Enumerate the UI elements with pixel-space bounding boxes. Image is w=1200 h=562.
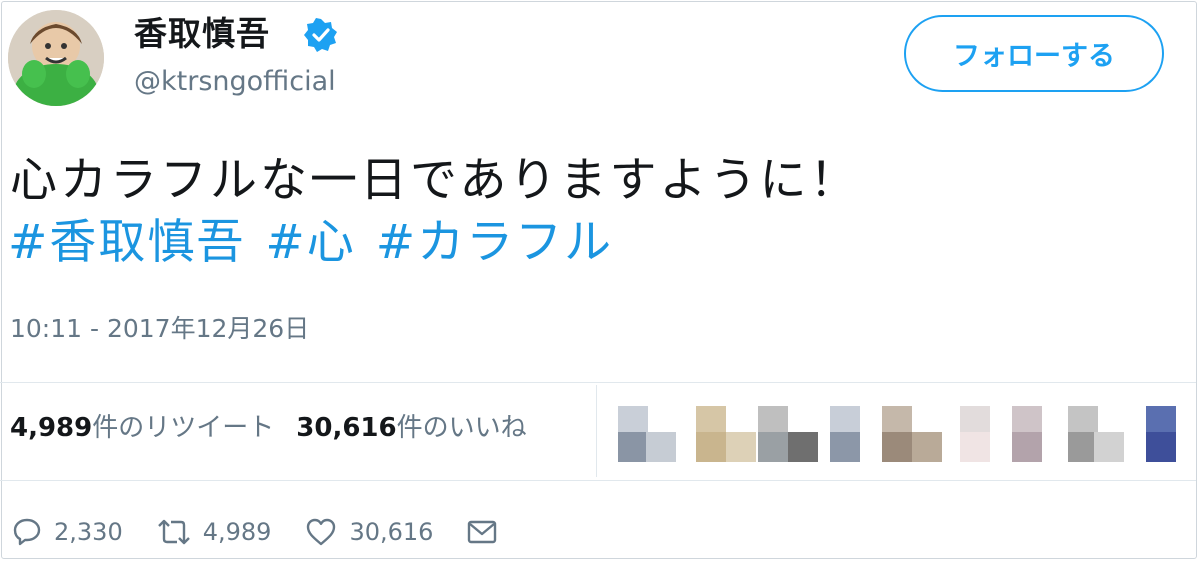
like-stat-count: 30,616 [296, 413, 397, 443]
like-stat[interactable]: 30,616件のいいね [296, 413, 526, 443]
tweet-stats: 4,989件のリツイート 30,616件のいいね [10, 410, 549, 446]
like-count: 30,616 [349, 518, 434, 546]
retweet-stat-count: 4,989 [10, 413, 93, 443]
envelope-icon [468, 520, 497, 544]
tweet-timestamp[interactable]: 10:11 - 2017年12月26日 [10, 312, 309, 346]
reply-count: 2,330 [54, 518, 123, 546]
hashtag-link[interactable]: #心 [265, 215, 355, 270]
reply-icon [13, 518, 41, 546]
follow-button[interactable]: フォローする [904, 15, 1164, 92]
divider [0, 382, 1196, 383]
hashtag-link[interactable]: #香取慎吾 [8, 215, 245, 270]
hashtag-link[interactable]: #カラフル [376, 215, 613, 270]
retweet-count: 4,989 [202, 518, 272, 546]
direct-message-button[interactable] [467, 519, 509, 545]
like-stat-label: 件のいいね [396, 413, 527, 443]
reply-button[interactable]: 2,330 [12, 517, 123, 547]
tweet-actions: 2,330 4,989 30,616 [12, 512, 543, 552]
tweet-text: 心カラフルな一日でありますように！ [10, 153, 860, 208]
retweet-button[interactable]: 4,989 [157, 517, 272, 547]
author-handle[interactable]: @ktrsngofficial [134, 64, 336, 100]
like-button[interactable]: 30,616 [305, 517, 433, 547]
heart-icon [307, 518, 336, 546]
retweet-icon [157, 519, 190, 545]
hashtag-line: #香取慎吾 #心 #カラフル [8, 214, 633, 272]
author-name[interactable]: 香取慎吾 [134, 14, 270, 54]
divider [596, 385, 597, 477]
liker-avatars-blurred [618, 398, 1188, 462]
retweet-stat[interactable]: 4,989件のリツイート [10, 413, 274, 443]
retweet-stat-label: 件のリツイート [92, 413, 275, 443]
avatar[interactable] [8, 10, 104, 106]
divider [0, 480, 1196, 481]
verified-badge-icon [304, 18, 337, 52]
